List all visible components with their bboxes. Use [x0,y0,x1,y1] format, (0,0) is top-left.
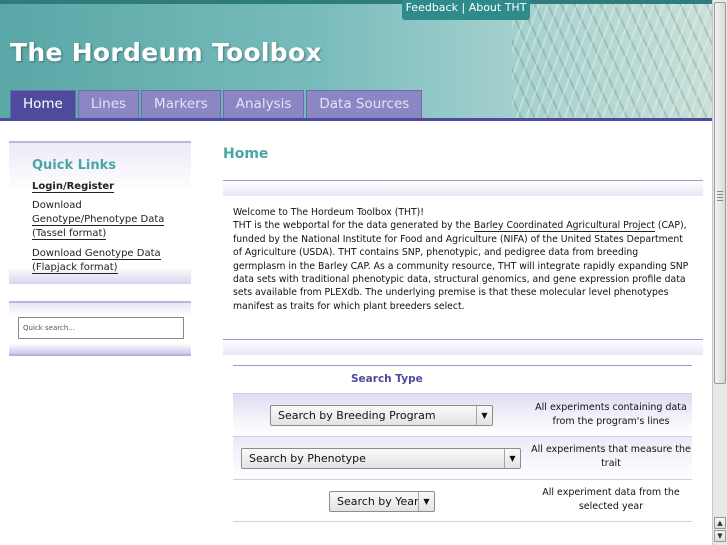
dropdown-arrow-icon[interactable]: ▼ [476,406,492,425]
tab-home[interactable]: Home [10,90,76,120]
site-title: The Hordeum Toolbox [10,38,322,67]
breeding-program-select[interactable]: Search by Breeding Program ▼ [270,405,493,426]
table-row: Search by Phenotype ▼ All experiments th… [233,436,692,479]
year-description: All experiment data from the selected ye… [542,487,680,512]
barley-banner-image [512,4,712,118]
breeding-program-description: All experiments containing data from the… [535,402,687,427]
top-links: Feedback | About THT [402,0,530,20]
year-select[interactable]: Search by Year ▼ [329,491,435,512]
page-title: Home [223,146,269,162]
tab-lines[interactable]: Lines [77,90,140,118]
breeding-program-select-value: Search by Breeding Program [278,409,436,422]
download-flapjack-link[interactable]: Download Genotype Data (Flapjack format) [32,247,182,275]
main-nav: Home Lines Markers Analysis Data Sources [10,90,424,120]
quick-links-panel: Quick Links Login/Register Download Geno… [9,141,191,284]
intro-text: Welcome to The Hordeum Toolbox (THT)! TH… [233,206,693,313]
download-tassel-line1[interactable]: Download [32,200,82,211]
tab-markers[interactable]: Markers [141,90,221,118]
scroll-down-icon[interactable]: ▼ [714,530,726,542]
download-tassel-line2[interactable]: Genotype/Phenotype Data [32,214,165,226]
vertical-scrollbar[interactable]: ▲ ▼ [712,0,727,545]
barley-cap-link[interactable]: Barley Coordinated Agricultural Project [473,220,655,233]
login-register-link[interactable]: Login/Register [32,180,182,194]
login-register-label[interactable]: Login/Register [32,181,115,193]
quick-links-title: Quick Links [32,158,117,173]
nav-underline [0,118,712,121]
phenotype-select-value: Search by Phenotype [249,452,366,465]
table-row: Search by Breeding Program ▼ All experim… [233,393,692,436]
intro-text-before-link: THT is the webportal for the data genera… [233,220,474,232]
year-select-value: Search by Year [337,495,419,508]
search-type-table: Search Type Search by Breeding Program ▼… [233,365,692,522]
table-row: Search by Year ▼ All experiment data fro… [233,479,692,522]
download-flapjack-line1[interactable]: Download Genotype Data [32,248,161,260]
quick-search-panel: Quick search... [9,301,191,356]
intro-text-after-link: (CAP), funded by the National Institute … [233,220,689,312]
download-tassel-line3[interactable]: (Tassel format) [32,228,107,240]
dropdown-arrow-icon[interactable]: ▼ [504,449,520,468]
download-flapjack-line2[interactable]: (Flapjack format) [32,262,118,274]
welcome-line: Welcome to The Hordeum Toolbox (THT)! [233,207,425,218]
quick-search-input[interactable]: Quick search... [18,317,184,339]
download-tassel-link[interactable]: Download Genotype/Phenotype Data (Tassel… [32,199,182,241]
top-links-separator: | [461,1,466,14]
feedback-link[interactable]: Feedback [406,1,458,14]
section-divider [223,339,703,355]
tab-analysis[interactable]: Analysis [222,90,305,118]
scroll-up-icon[interactable]: ▲ [714,517,726,529]
phenotype-select[interactable]: Search by Phenotype ▼ [241,448,521,469]
scrollbar-thumb[interactable] [714,2,726,384]
about-link[interactable]: About THT [469,1,527,14]
tab-data-sources[interactable]: Data Sources [306,90,423,118]
phenotype-description: All experiments that measure the trait [531,444,691,469]
section-divider [223,180,703,196]
search-type-header: Search Type [233,365,692,393]
dropdown-arrow-icon[interactable]: ▼ [418,492,434,511]
grip-icon [717,191,723,201]
